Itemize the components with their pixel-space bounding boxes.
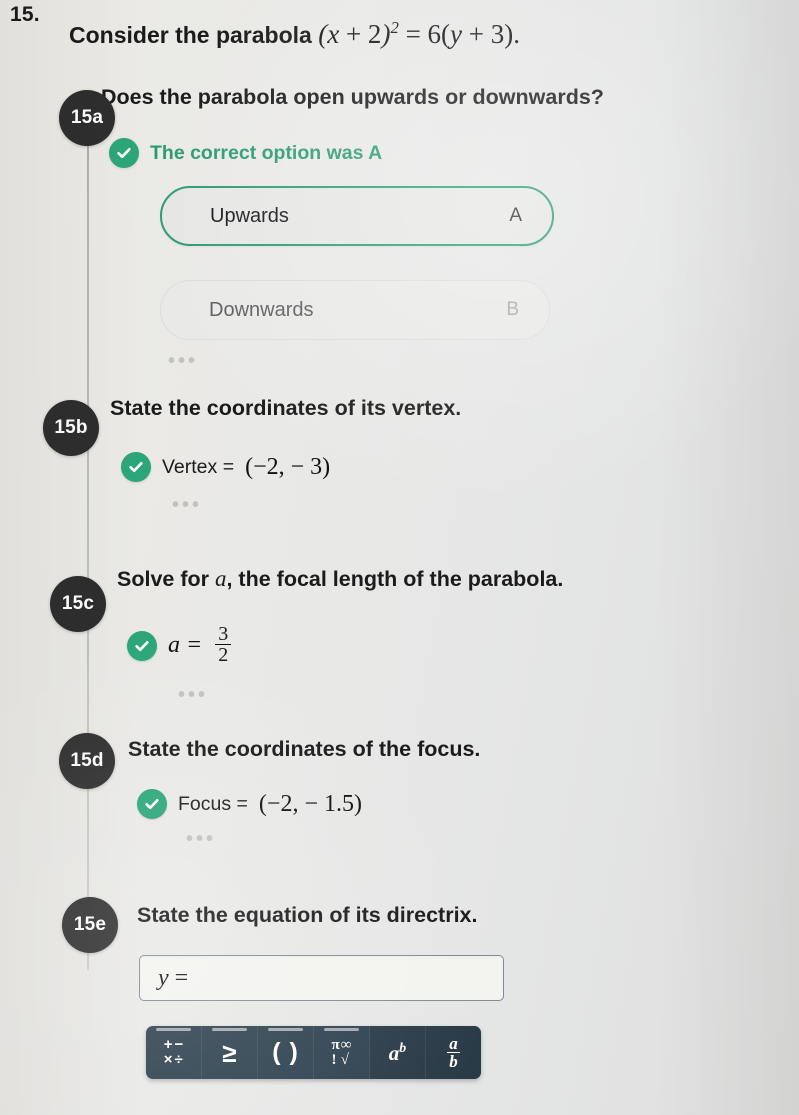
feedback-row-15a: The correct option was A: [109, 138, 382, 168]
part-prompt-15c-before: Solve for: [117, 567, 209, 591]
check-circle-icon: [121, 452, 151, 482]
fraction-numerator-15c: 3: [218, 623, 229, 645]
option-upwards[interactable]: Upwards A: [160, 186, 554, 246]
operators-key[interactable]: + − × ÷: [146, 1026, 202, 1079]
option-key-upwards: A: [509, 205, 522, 226]
parentheses-icon: ( ): [272, 1038, 299, 1066]
question-stem-text: Consider the parabola: [69, 22, 312, 48]
answer-value-15d: (−2, − 1.5): [258, 790, 362, 817]
part-connector-rail: [87, 130, 89, 970]
overflow-dots-15c[interactable]: •••: [178, 685, 208, 705]
check-circle-icon: [109, 138, 139, 168]
answer-input-prefix: y =: [158, 965, 188, 992]
directrix-answer-input[interactable]: y =: [139, 955, 504, 1001]
check-circle-icon: [137, 789, 167, 819]
exponent-key[interactable]: ab: [370, 1026, 426, 1079]
option-downwards[interactable]: Downwards B: [160, 280, 550, 340]
quiz-screen: 15. Consider the parabola (x + 2)2 = 6(y…: [0, 0, 799, 1115]
greater-equal-icon: ≥: [222, 1037, 237, 1068]
part-prompt-15b: State the coordinates of its vertex.: [110, 396, 462, 420]
answer-label-15b: Vertex =: [162, 455, 235, 478]
answer-input-prefix-var: y: [158, 964, 169, 991]
parentheses-key[interactable]: ( ): [258, 1026, 314, 1079]
fraction-key-numerator: a: [449, 1033, 458, 1053]
pi-icon: π: [331, 1037, 340, 1054]
question-stem-equation: (x + 2)2 = 6(y + 3).: [318, 18, 520, 49]
part-prompt-15e: State the equation of its directrix.: [137, 903, 478, 927]
operators-key-glyphs: + − × ÷: [163, 1037, 184, 1068]
exponent-icon: ab: [389, 1040, 406, 1066]
part-prompt-15c: Solve for a, the focal length of the par…: [117, 565, 563, 593]
part-prompt-15a: Does the parabola open upwards or downwa…: [101, 85, 604, 109]
part-badge-15b[interactable]: 15b: [43, 400, 99, 456]
part-prompt-15c-after: , the focal length of the parabola.: [226, 567, 564, 591]
answer-value-15b: (−2, − 3): [245, 453, 331, 480]
question-stem: Consider the parabola (x + 2)2 = 6(y + 3…: [69, 18, 520, 52]
exponent-base: a: [388, 1040, 400, 1065]
answer-row-15c: a = 3 2: [127, 623, 233, 667]
part-prompt-15c-var: a: [214, 566, 227, 591]
answer-input-prefix-eq: =: [168, 964, 189, 991]
fraction-key[interactable]: a b: [426, 1026, 481, 1079]
infinity-icon: ∞: [340, 1037, 352, 1054]
check-circle-icon: [127, 630, 157, 661]
part-badge-15c[interactable]: 15c: [50, 576, 106, 632]
overflow-dots-15b[interactable]: •••: [172, 495, 202, 515]
part-badge-15d[interactable]: 15d: [59, 733, 115, 789]
fraction-key-denominator: b: [447, 1052, 460, 1071]
option-key-downwards: B: [506, 299, 519, 320]
answer-label-15d: Focus =: [178, 792, 248, 815]
question-number: 15.: [10, 3, 40, 26]
answer-fraction-15c: 3 2: [215, 623, 232, 666]
exponent-power: b: [399, 1039, 407, 1055]
answer-label-15c: a =: [168, 632, 203, 659]
answer-row-15d: Focus = (−2, − 1.5): [137, 789, 362, 819]
option-label-upwards: Upwards: [210, 204, 289, 227]
part-badge-15e[interactable]: 15e: [62, 897, 118, 953]
math-keypad: + − × ÷ ≥ ( ) π ∞ ! √ ab a b: [146, 1026, 481, 1079]
option-label-downwards: Downwards: [209, 298, 314, 321]
feedback-text-15a: The correct option was A: [150, 141, 383, 164]
inequality-key[interactable]: ≥: [202, 1026, 258, 1079]
part-prompt-15d: State the coordinates of the focus.: [128, 737, 481, 761]
constants-key-glyphs: π ∞ ! √: [331, 1037, 352, 1068]
answer-row-15b: Vertex = (−2, − 3): [121, 452, 330, 482]
square-root-icon: √: [340, 1051, 349, 1068]
overflow-dots-15d[interactable]: •••: [186, 829, 216, 849]
factorial-icon: !: [331, 1051, 337, 1068]
multiply-icon: ×: [163, 1050, 173, 1068]
part-badge-15a[interactable]: 15a: [59, 90, 115, 146]
divide-icon: ÷: [174, 1050, 183, 1068]
fraction-icon: a b: [447, 1033, 460, 1071]
fraction-denominator-15c: 2: [215, 644, 232, 666]
constants-key[interactable]: π ∞ ! √: [314, 1026, 370, 1079]
overflow-dots-15a[interactable]: •••: [168, 351, 198, 371]
